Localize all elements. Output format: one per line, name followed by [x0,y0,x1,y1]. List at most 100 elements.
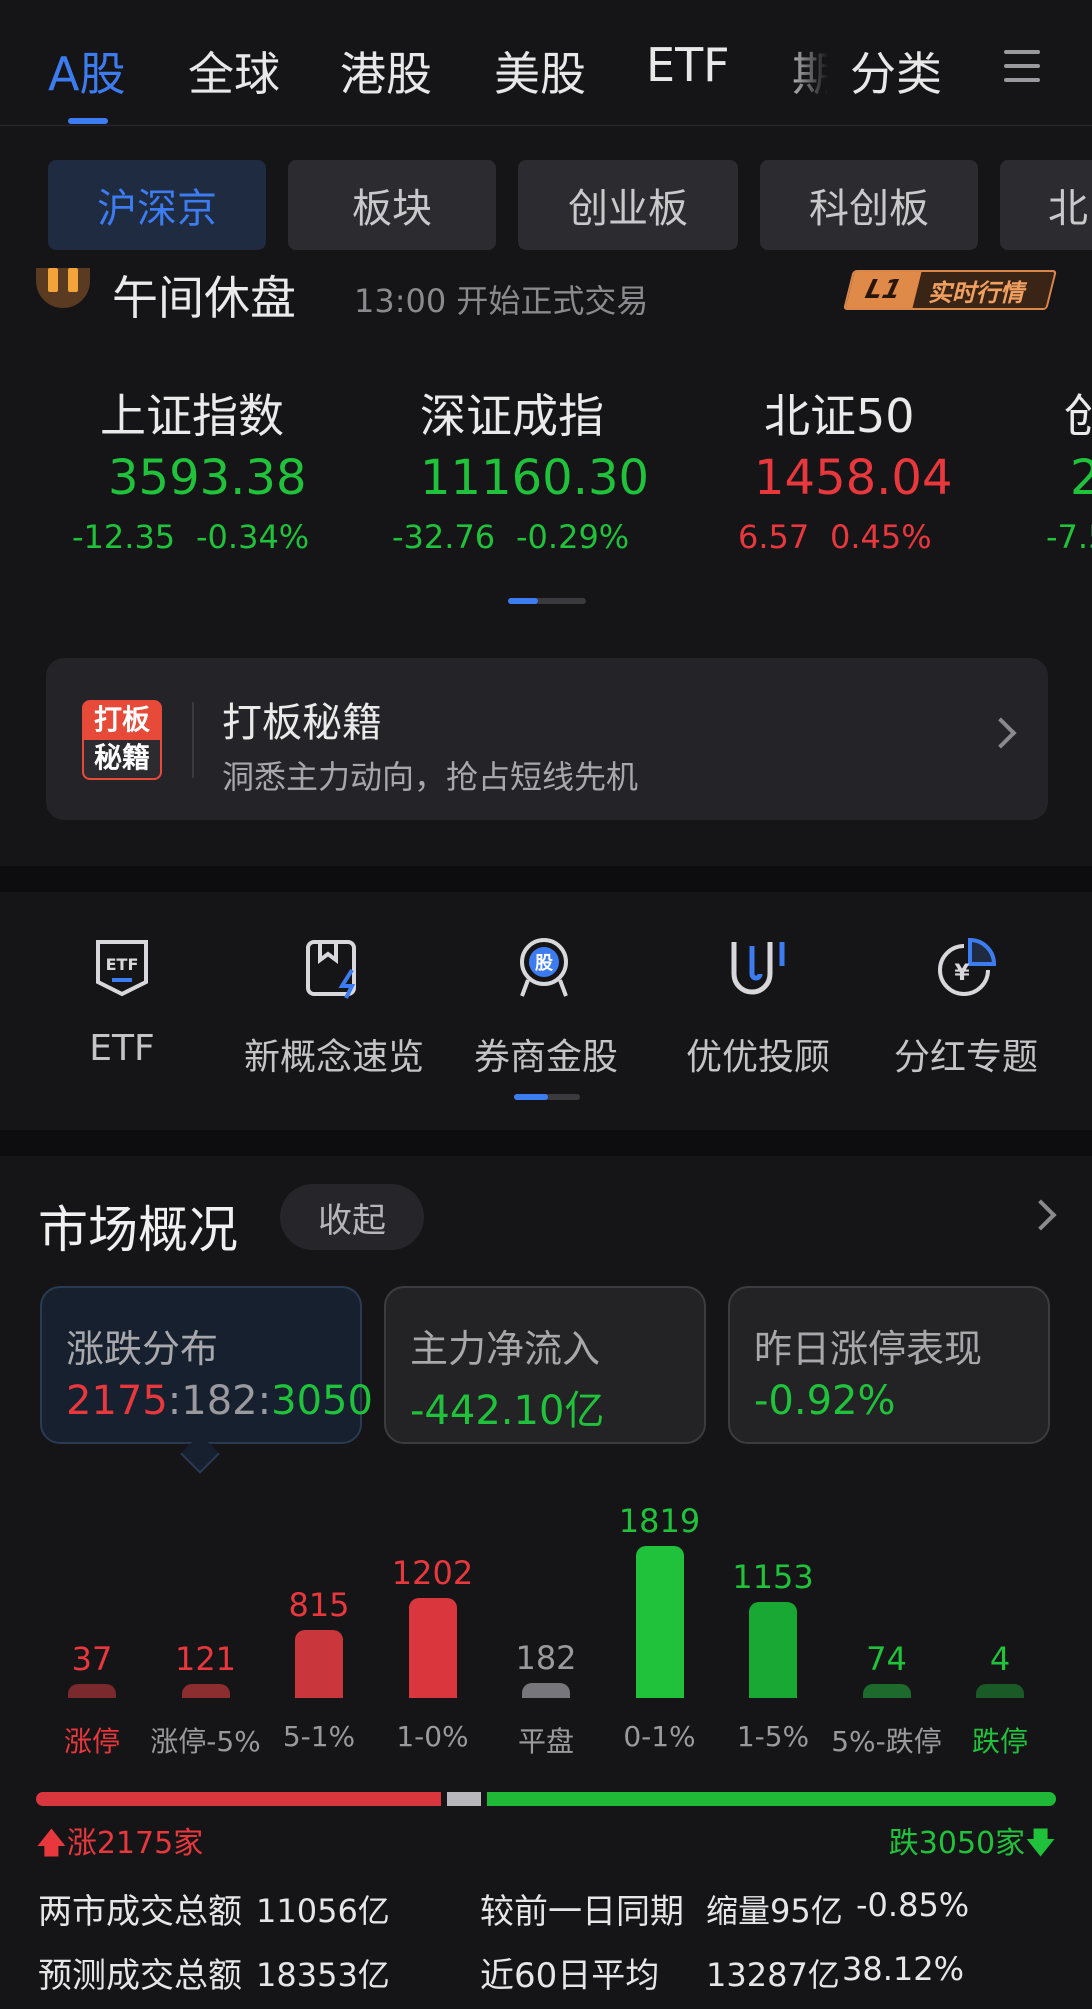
main-net-inflow-card[interactable]: 主力净流入 -442.10亿 [384,1286,706,1444]
dividend-icon-text: ¥ [954,961,970,986]
distribution-bar-value: 37 [71,1640,113,1678]
distribution-category-label: 0-1% [623,1720,696,1753]
index-price: 1458.04 [754,450,953,506]
ratio-flat-segment [447,1792,481,1806]
compare-label: 较前一日同期 [480,1892,684,1932]
limit-up-secrets-logo: 打板 秘籍 [82,700,162,780]
distribution-category-label: 跌停 [971,1725,1028,1758]
dividend-icon: ¥ [938,937,997,996]
index-price: 2 [1070,450,1092,506]
l1-realtime-badge[interactable]: L1 实时行情 [843,270,1057,310]
card-label: 涨跌分布 [66,1327,219,1371]
etf-icon-text: ETF [106,955,139,974]
index-name: 深证成指 [420,389,604,443]
chevron-right-icon [985,717,1017,749]
tab-global[interactable]: 全球 [188,38,280,104]
distribution-category-label: 平盘 [517,1725,574,1758]
banner-title: 打板秘籍 [222,700,382,746]
menu-icon[interactable] [1004,50,1040,82]
card-label: 昨日涨停表现 [754,1327,983,1371]
l1-badge-text: 实时行情 [926,278,1030,307]
shortcut-label: 优优投顾 [685,1037,830,1078]
segment-sh-sz-bj[interactable]: 沪深京 [48,160,266,250]
tab-etf[interactable]: ETF [646,38,730,92]
ratio-rise-segment [36,1792,441,1806]
distribution-bar [522,1683,570,1698]
index-pager [508,598,586,604]
index-change: -7.5 [1046,518,1092,556]
main-net-inflow-value: -442.10亿 [410,1388,605,1434]
tab-a-shares[interactable]: A股 [48,38,125,104]
index-change-pct: 0.45% [830,518,932,556]
distribution-bar [976,1684,1024,1698]
ratio-separator: : [257,1378,272,1424]
fall-total-label: 跌3050家🡇 [889,1818,1056,1872]
index-change: -12.35 [72,518,176,556]
distribution-bar-value: 121 [174,1640,237,1678]
collapse-button[interactable]: 收起 [280,1184,424,1250]
distribution-bar-value: 1153 [732,1558,814,1596]
index-name: 创 [1064,389,1092,443]
arrow-down-icon: 🡇 [1025,1826,1056,1861]
rise-total-label: 🡅涨2175家 [36,1818,203,1872]
compare-value: 缩量95亿 [706,1892,843,1930]
distribution-bar [408,1598,457,1698]
distribution-bar-value: 74 [866,1640,907,1678]
index-name: 北证50 [764,389,915,443]
market-tab-bar: A股 全球 港股 美股 ETF 期 分类 [0,0,1092,126]
segment-sector[interactable]: 板块 [288,160,496,250]
forecast-label: 预测成交总额 [38,1956,242,1996]
section-divider [0,866,1092,892]
market-status-title: 午间休盘 [112,271,296,325]
market-status-icon [36,268,90,308]
distribution-bar [862,1684,911,1698]
section-divider [0,1130,1092,1156]
distribution-bar [749,1602,797,1698]
tab-hk-stocks[interactable]: 港股 [340,38,432,104]
segment-beijing[interactable]: 北 [1000,160,1092,250]
index-change: -32.76 [392,518,496,556]
card-label: 主力净流入 [410,1327,601,1371]
market-status-subtitle: 13:00 开始正式交易 [354,282,649,320]
turnover-label: 两市成交总额 [38,1892,242,1932]
distribution-bar-value: 182 [515,1639,577,1677]
avg60-pct: 38.12% [842,1950,965,1988]
banner-subtitle: 洞悉主力动向，抢占短线先机 [222,758,639,796]
fall-total-text: 跌3050家 [888,1826,1026,1861]
distribution-bar [181,1684,230,1698]
distribution-bar-value: 1202 [391,1554,474,1592]
rise-total-text: 涨2175家 [66,1826,204,1861]
broker-icon-text: 股 [534,953,554,974]
segment-chinext[interactable]: 创业板 [518,160,738,250]
distribution-bar-value: 4 [989,1640,1011,1678]
distribution-bar [635,1546,684,1698]
tab-category[interactable]: 分类 [850,38,942,104]
index-name: 上证指数 [100,389,284,443]
distribution-category-label: 5%-跌停 [831,1725,942,1758]
flat-count: 182 [181,1378,258,1424]
avg60-value: 13287亿 [706,1956,840,1994]
chevron-right-icon[interactable] [1025,1199,1057,1231]
yesterday-limit-up-card[interactable]: 昨日涨停表现 -0.92% [728,1286,1050,1444]
distribution-category-label: 涨停 [63,1725,120,1758]
rise-fall-distribution-card[interactable]: 涨跌分布 2175:182:3050 [40,1286,373,1444]
arrow-up-icon: 🡅 [36,1826,67,1861]
compare-pct: -0.85% [856,1886,970,1924]
distribution-category-label: 涨停-5% [150,1725,261,1758]
index-change-pct: -0.29% [516,518,630,556]
segment-star-market[interactable]: 科创板 [760,160,978,250]
tab-us-stocks[interactable]: 美股 [494,38,586,104]
logo-bottom-text: 秘籍 [82,740,162,780]
distribution-bar-value: 1819 [618,1502,701,1540]
shortcut-label: ETF [89,1028,155,1069]
active-tab-indicator [68,118,108,124]
forecast-value: 18353亿 [256,1956,390,1994]
limit-up-secrets-banner[interactable]: 打板 秘籍 打板秘籍 洞悉主力动向，抢占短线先机 [46,658,1048,820]
index-change-pct: -0.34% [196,518,310,556]
shortcut-label: 券商金股 [473,1037,618,1078]
tab-fade-overlay [780,30,840,110]
rise-count: 2175 [66,1378,168,1424]
distribution-category-label: 5-1% [282,1720,356,1753]
distribution-category-label: 1-0% [396,1720,469,1753]
index-change: 6.57 [738,518,810,556]
